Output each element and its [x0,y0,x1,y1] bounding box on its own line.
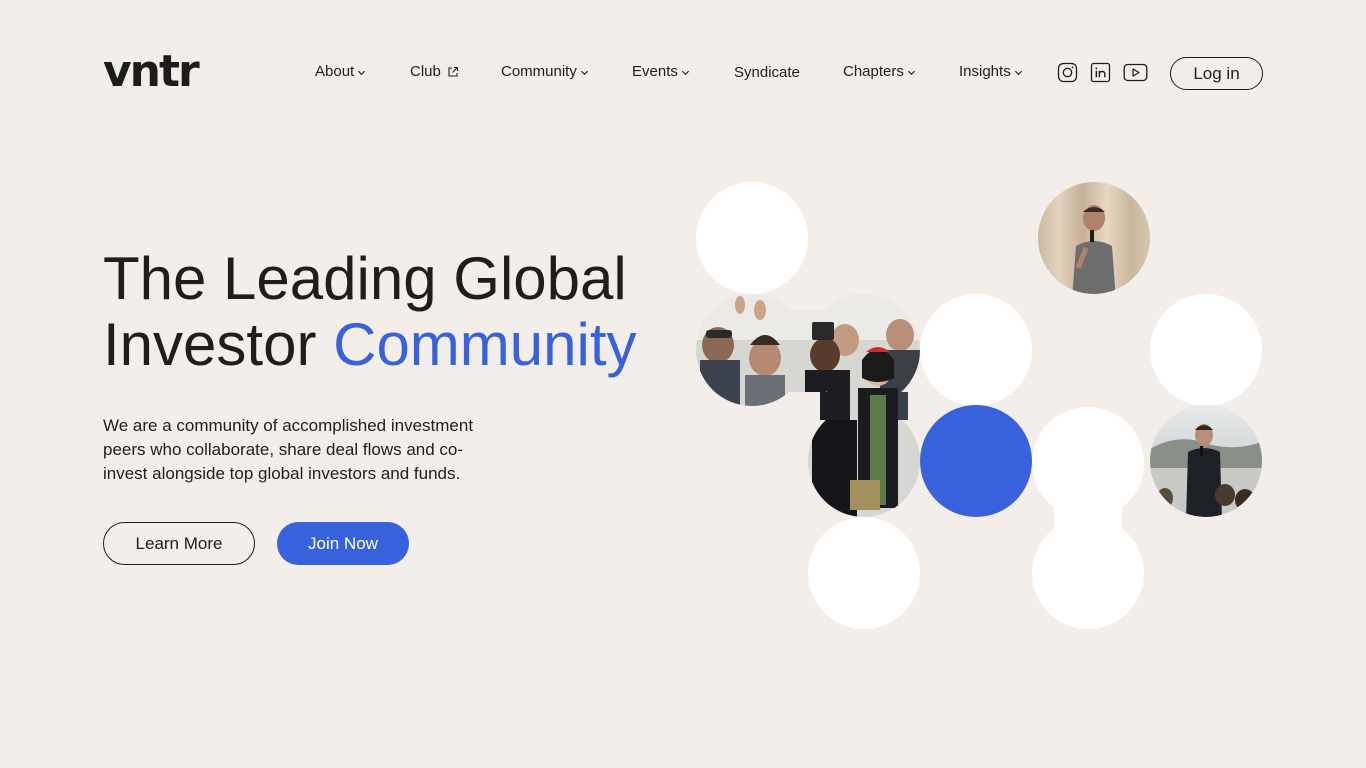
nav-item-club[interactable]: Club [410,62,459,82]
learn-more-button[interactable]: Learn More [103,522,255,565]
nav-item-label: Insights [959,63,1011,80]
chevron-down-icon [1014,70,1022,75]
chevron-down-icon [358,70,366,75]
hero-description: We are a community of accomplished inves… [103,416,474,483]
decor-merged-circles [1032,407,1144,629]
nav-item-label: About [315,63,355,80]
decor-circle [808,517,920,629]
headline-line-2: Investor [103,311,334,378]
nav-item-insights[interactable]: Insights [959,62,1023,82]
accent-circle [920,405,1032,517]
nav-item-label: Events [632,63,678,80]
chevron-down-icon [580,70,588,75]
decor-circle [920,294,1032,406]
speaker-photo [1038,182,1150,294]
hero-circle-collage [696,182,1262,629]
nav-item-syndicate[interactable]: Syndicate [734,63,800,83]
community-group-photo [696,294,920,517]
chevron-down-icon [681,70,689,75]
login-button[interactable]: Log in [1170,57,1263,90]
decor-circle [1150,294,1262,406]
nav-item-label: Syndicate [734,64,800,81]
external-link-icon [448,66,458,77]
nav-item-chapters[interactable]: Chapters [843,62,916,82]
chevron-down-icon [907,70,915,75]
linkedin-icon[interactable] [1090,62,1111,83]
hero-headline: The Leading Global Investor Community [103,246,637,378]
decor-circle [696,182,808,294]
headline-accent: Community [333,311,637,378]
speaker-photo [1150,405,1262,517]
instagram-icon[interactable] [1057,62,1078,83]
headline-line-1: The Leading Global [103,245,627,312]
nav-item-about[interactable]: About [315,62,366,82]
logo[interactable]: vntr [103,50,200,94]
nav-item-events[interactable]: Events [632,62,690,82]
nav-item-label: Club [410,63,441,80]
join-now-button[interactable]: Join Now [277,522,409,565]
nav-item-community[interactable]: Community [501,62,589,82]
nav-item-label: Chapters [843,63,904,80]
youtube-icon[interactable] [1123,62,1148,83]
nav-item-label: Community [501,63,577,80]
